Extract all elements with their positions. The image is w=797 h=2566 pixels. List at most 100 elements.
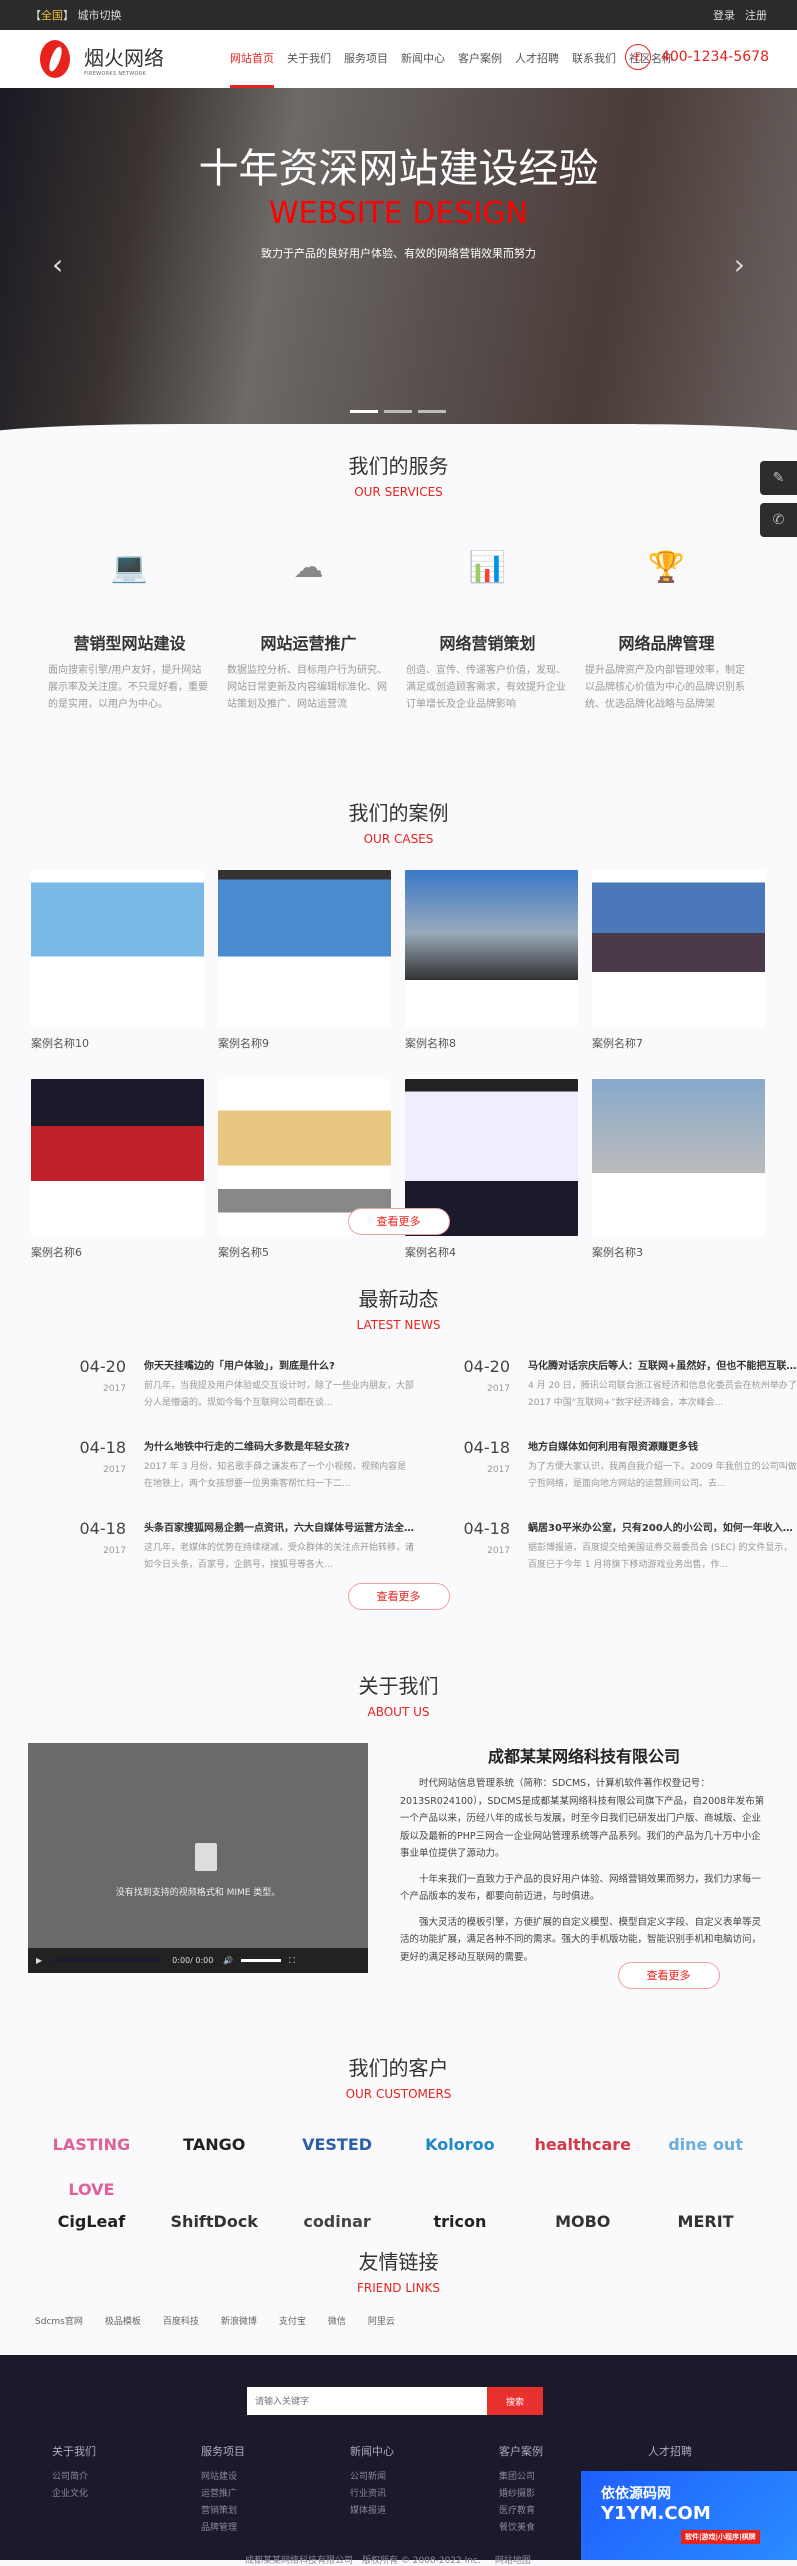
friend-link[interactable]: 百度科技 (163, 2314, 199, 2327)
footer-link[interactable]: 公司新闻 (350, 2469, 499, 2486)
case-item[interactable]: 案例名称10 (31, 870, 204, 1051)
cases-more-button[interactable]: 查看更多 (347, 1208, 450, 1235)
friend-link[interactable]: 极品模板 (105, 2314, 141, 2327)
footer-link[interactable]: 营销策划 (201, 2503, 350, 2520)
ad-banner[interactable]: 依依源码网 Y1YM.COM 软件|游戏|小程序|棋牌 (581, 2471, 797, 2560)
news-item[interactable]: 04-20 2017 你天天挂嘴边的「用户体验」，到底是什么? 前几年，当我提及用户体… (70, 1357, 415, 1412)
footer-link[interactable]: 网站建设 (201, 2469, 350, 2486)
footer-link[interactable]: 媒体报道 (350, 2503, 499, 2520)
case-item[interactable]: 案例名称8 (405, 870, 578, 1051)
search-input[interactable] (247, 2387, 487, 2415)
news-title[interactable]: 地方自媒体如何利用有限资源赚更多钱 (528, 1438, 797, 1453)
nav-contact[interactable]: 联系我们 (572, 30, 616, 88)
volume-icon[interactable]: 🔊 (223, 1956, 233, 1965)
case-caption: 案例名称6 (31, 1246, 82, 1259)
service-desc: 面向搜索引擎/用户友好，提升网站展示率及关注度。不只是好看，重要的是实用，以用户… (48, 665, 208, 710)
news-title[interactable]: 蜗居30平米办公室，只有200人的小公司，如何一年收入23... (528, 1519, 797, 1534)
customer-logo[interactable]: Koloroo (399, 2122, 522, 2167)
customer-logo[interactable]: LASTING LOVE (30, 2122, 153, 2199)
friend-link[interactable]: Sdcms官网 (35, 2314, 83, 2327)
customer-logo[interactable]: MOBO (521, 2199, 644, 2244)
news-item[interactable]: 04-18 2017 蜗居30平米办公室，只有200人的小公司，如何一年收入23..… (454, 1519, 797, 1574)
news-en: LATEST NEWS (356, 1318, 441, 1332)
customer-logo[interactable]: VESTED (276, 2122, 399, 2167)
next-slide-icon[interactable]: › (734, 248, 745, 281)
login-link[interactable]: 登录 (713, 9, 735, 22)
service-item[interactable]: 💻 营销型网站建设 面向搜索引擎/用户友好，提升网站展示率及关注度。不只是好看，重要… (40, 550, 219, 713)
case-caption: 案例名称7 (592, 1037, 643, 1050)
friend-link[interactable]: 阿里云 (368, 2314, 395, 2327)
city-switch[interactable]: 【全国】 城市切换 (30, 7, 122, 23)
customer-logo[interactable]: ShiftDock (153, 2199, 276, 2244)
news-title[interactable]: 为什么地铁中行走的二维码大多数是年轻女孩? (144, 1438, 414, 1453)
customer-logo[interactable]: tricon (399, 2199, 522, 2244)
nav-services[interactable]: 服务项目 (344, 30, 388, 88)
news-item[interactable]: 04-18 2017 地方自媒体如何利用有限资源赚更多钱 为了方便大家认识，我再自我介… (454, 1438, 797, 1493)
footer-link[interactable]: 运营推广 (201, 2486, 350, 2503)
nav-news[interactable]: 新闻中心 (401, 30, 445, 88)
customer-logo[interactable]: CigLeaf (30, 2199, 153, 2244)
news-summary: 这几年，老媒体的优势在持续褪减，受众群体的关注点开始转移，诸如今日头条，百家号，… (144, 1543, 414, 1570)
ad-line: Y1YM.COM (601, 2503, 711, 2524)
footer-column: 关于我们公司简介 企业文化 (52, 2443, 201, 2537)
ad-line: 软件|游戏|小程序|棋牌 (681, 2530, 760, 2544)
nav-cases[interactable]: 客户案例 (458, 30, 502, 88)
video-duration: / 0:00 (190, 1956, 214, 1965)
customer-logo[interactable]: codinar (276, 2199, 399, 2244)
about-more-button[interactable]: 查看更多 (617, 1962, 720, 1989)
footer-link[interactable]: 企业文化 (52, 2486, 201, 2503)
footer-column-title[interactable]: 关于我们 (52, 2443, 201, 2459)
region-label: 全国 (41, 9, 63, 22)
laptop-icon: 💻 (110, 550, 149, 585)
footer-column-title[interactable]: 新闻中心 (350, 2443, 499, 2459)
footer-column-title[interactable]: 人才招聘 (648, 2443, 797, 2459)
footer-link[interactable]: 公司简介 (52, 2469, 201, 2486)
slide-dot[interactable] (350, 410, 378, 413)
news-item[interactable]: 04-18 2017 为什么地铁中行走的二维码大多数是年轻女孩? 2017 年 3 月… (70, 1438, 414, 1493)
news-title[interactable]: 马化腾对话宗庆后等人：互联网+虽然好，但也不能把互联网神 (528, 1357, 797, 1372)
video-progress[interactable] (52, 1959, 163, 1962)
service-item[interactable]: 🏆 网络品牌管理 提升品牌资产及内部管理效率，制定以品牌核心价值为中心的品牌识别系统… (577, 550, 756, 713)
friend-link[interactable]: 支付宝 (279, 2314, 306, 2327)
news-title[interactable]: 头条百家搜狐网易企鹅一点资讯，六大自媒体号运营方法全... (144, 1519, 414, 1534)
customer-logo[interactable]: healthcare (521, 2122, 644, 2167)
slider-dots (350, 410, 452, 413)
nav-home[interactable]: 网站首页 (230, 30, 274, 88)
footer-link[interactable]: 品牌管理 (201, 2520, 350, 2537)
footer-column-title[interactable]: 服务项目 (201, 2443, 350, 2459)
video-player[interactable]: 没有找到支持的视频格式和 MIME 类型。 ▶ 0:00/ 0:00 🔊 ⛶ (28, 1743, 368, 1973)
customer-logo[interactable]: MERIT (644, 2199, 767, 2244)
friend-link[interactable]: 微信 (328, 2314, 346, 2327)
services-list: 💻 营销型网站建设 面向搜索引擎/用户友好，提升网站展示率及关注度。不只是好看，重要… (0, 550, 797, 713)
service-desc: 数据监控分析、目标用户行为研究、网站日常更新及内容编辑标准化、网站策划及推广、网… (227, 665, 387, 710)
news-item[interactable]: 04-18 2017 头条百家搜狐网易企鹅一点资讯，六大自媒体号运营方法全... 这几… (70, 1519, 415, 1574)
service-item[interactable]: 📊 网络营销策划 创造、宣传、传递客户价值，发现、满足或创造顾客需求，有效提升企业订… (398, 550, 577, 713)
phone-side-icon[interactable]: ✆ (760, 503, 797, 537)
search-button[interactable]: 搜索 (487, 2387, 543, 2415)
case-item[interactable]: 案例名称7 (592, 870, 765, 1051)
flame-logo-icon (40, 40, 70, 78)
news-date: 04-20 (79, 1357, 127, 1376)
news-more-button[interactable]: 查看更多 (347, 1583, 450, 1610)
customer-logo[interactable]: dine out (644, 2122, 767, 2167)
sitemap-link[interactable]: 网站地图 (495, 2556, 531, 2566)
register-link[interactable]: 注册 (745, 9, 767, 22)
case-caption: 案例名称3 (592, 1246, 643, 1259)
play-icon[interactable]: ▶ (36, 1956, 42, 1965)
customer-logo[interactable]: TANGO (153, 2122, 276, 2167)
prev-slide-icon[interactable]: ‹ (52, 248, 63, 281)
footer-link[interactable]: 行业资讯 (350, 2486, 499, 2503)
slide-dot[interactable] (418, 410, 446, 413)
news-item[interactable]: 04-20 2017 马化腾对话宗庆后等人：互联网+虽然好，但也不能把互联网神 4 月… (454, 1357, 797, 1412)
trophy-icon: 🏆 (647, 550, 686, 585)
service-item[interactable]: ☁ 网站运营推广 数据监控分析、目标用户行为研究、网站日常更新及内容编辑标准化、网站… (219, 550, 398, 713)
slide-dot[interactable] (384, 410, 412, 413)
news-title[interactable]: 你天天挂嘴边的「用户体验」，到底是什么? (144, 1357, 414, 1372)
friend-link[interactable]: 新浪微博 (221, 2314, 257, 2327)
city-switch-link[interactable]: 城市切换 (78, 9, 122, 22)
logo[interactable]: 烟火网络 FIREWORKS NETWORK (40, 40, 190, 78)
footer-column-title[interactable]: 客户案例 (499, 2443, 648, 2459)
case-item[interactable]: 案例名称9 (218, 870, 391, 1051)
nav-about[interactable]: 关于我们 (287, 30, 331, 88)
nav-jobs[interactable]: 人才招聘 (515, 30, 559, 88)
